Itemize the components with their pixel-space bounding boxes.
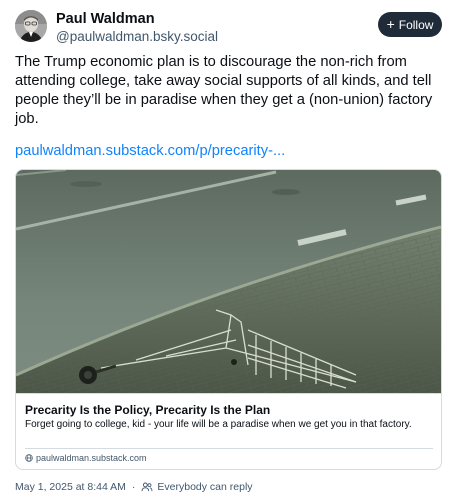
post-timestamp[interactable]: May 1, 2025 at 8:44 AM (15, 481, 126, 493)
meta-separator: · (131, 481, 136, 493)
globe-icon (25, 454, 33, 462)
plus-icon: + (386, 16, 395, 32)
follow-button[interactable]: + Follow (378, 12, 442, 37)
post-meta: May 1, 2025 at 8:44 AM · Everybody can r… (15, 481, 253, 493)
link-card-domain-text: paulwaldman.substack.com (36, 453, 147, 463)
post-text: The Trump economic plan is to discourage… (15, 54, 433, 127)
link-card-domain: paulwaldman.substack.com (25, 453, 147, 463)
post: Paul Waldman @paulwaldman.bsky.social + … (0, 0, 454, 500)
link-card-body: Precarity Is the Policy, Precarity Is th… (16, 393, 441, 469)
author-name[interactable]: Paul Waldman (56, 11, 155, 27)
link-card-title: Precarity Is the Policy, Precarity Is th… (25, 403, 271, 417)
link-card-description: Forget going to college, kid - your life… (25, 419, 412, 430)
abandoned-shopping-cart-photo (16, 170, 441, 393)
people-icon (141, 482, 153, 492)
avatar[interactable] (15, 10, 47, 42)
post-link[interactable]: paulwaldman.substack.com/p/precarity-... (15, 143, 285, 159)
follow-label: Follow (398, 17, 434, 32)
reply-setting-label: Everybody can reply (157, 481, 253, 493)
reply-setting: Everybody can reply (141, 481, 253, 493)
user-avatar-icon (15, 10, 47, 42)
link-card[interactable]: Precarity Is the Policy, Precarity Is th… (15, 169, 442, 470)
author-handle[interactable]: @paulwaldman.bsky.social (56, 29, 218, 44)
link-card-divider (25, 448, 433, 449)
